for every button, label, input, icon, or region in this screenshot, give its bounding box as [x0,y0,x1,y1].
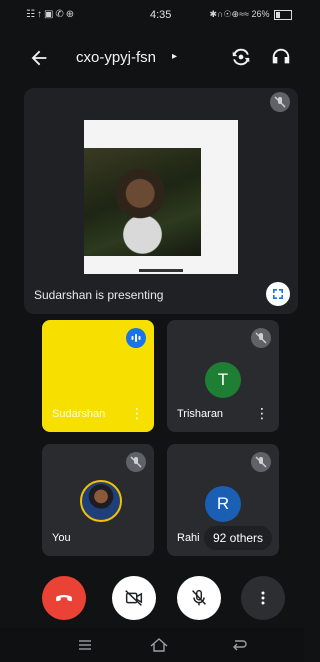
audio-output-button[interactable] [270,46,292,68]
mic-off-icon [192,589,206,606]
shared-screen [84,120,238,274]
presenting-label: Sudarshan is presenting [34,288,164,302]
mic-off-badge [251,328,271,348]
participant-tile-sudarshan[interactable]: Sudarshan ⋮ [42,320,154,432]
switch-camera-button[interactable] [230,46,252,68]
chevron-right-icon[interactable]: ▸ [172,51,177,62]
participant-name: You [52,532,71,544]
participant-name: Trisharan [177,408,224,420]
avatar: T [205,362,241,398]
more-options-button[interactable] [241,576,285,620]
back-button[interactable] [28,47,50,69]
slide-progress-bar [139,269,183,272]
more-vert-icon [261,591,265,605]
others-count-chip[interactable]: 92 others [204,526,273,550]
meeting-code-title[interactable]: cxo-ypyj-fsn [76,49,156,66]
status-time: 4:35 [150,9,172,21]
battery-icon [274,9,292,20]
mic-off-icon [255,456,267,468]
presenter-mic-off-badge [270,92,290,112]
system-navigation-bar [0,628,304,662]
fullscreen-button[interactable] [266,282,290,306]
audio-level-icon [131,334,141,342]
participant-tile-trisharan[interactable]: T Trisharan ⋮ [167,320,279,432]
participant-name: Sudarshan [52,408,106,420]
camera-toggle-button[interactable] [112,576,156,620]
videocam-off-icon [125,590,143,606]
participant-tile-you[interactable]: You [42,444,154,556]
presentation-card[interactable]: Sudarshan is presenting [24,88,298,314]
status-bar: ☷↑▣✆⊕ 4:35 ✱∩☉⊕≈≈ 26% [0,0,304,30]
status-indicators: ✱∩☉⊕≈≈ 26% [209,9,292,20]
switch-camera-icon [232,48,250,66]
more-vert-icon[interactable]: ⋮ [255,406,269,420]
back-icon [233,640,247,651]
status-right-text: ✱∩☉⊕≈≈ 26% [209,9,270,19]
menu-icon [79,640,91,650]
arrow-back-icon [31,50,47,66]
call-controls [0,574,304,624]
meeting-app-bar: cxo-ypyj-fsn ▸ [0,38,304,78]
fullscreen-icon [273,289,283,299]
avatar: R [205,486,241,522]
recent-apps-button[interactable] [74,635,96,655]
back-nav-button[interactable] [228,635,250,655]
mic-off-icon [274,96,286,108]
home-button[interactable] [148,635,170,655]
end-call-button[interactable] [42,576,86,620]
mic-off-badge [126,452,146,472]
mic-off-icon [130,456,142,468]
participant-name: Rahi [177,532,200,544]
mic-toggle-button[interactable] [177,576,221,620]
mic-off-badge [251,452,271,472]
mic-off-icon [255,332,267,344]
status-notification-icons: ☷↑▣✆⊕ [26,9,77,20]
headphones-icon [272,48,290,64]
more-vert-icon[interactable]: ⋮ [130,406,144,420]
call-end-icon [56,595,72,602]
speaking-indicator-badge [126,328,146,348]
avatar [80,480,122,522]
shared-photo-image [84,148,201,256]
home-icon [150,638,168,652]
